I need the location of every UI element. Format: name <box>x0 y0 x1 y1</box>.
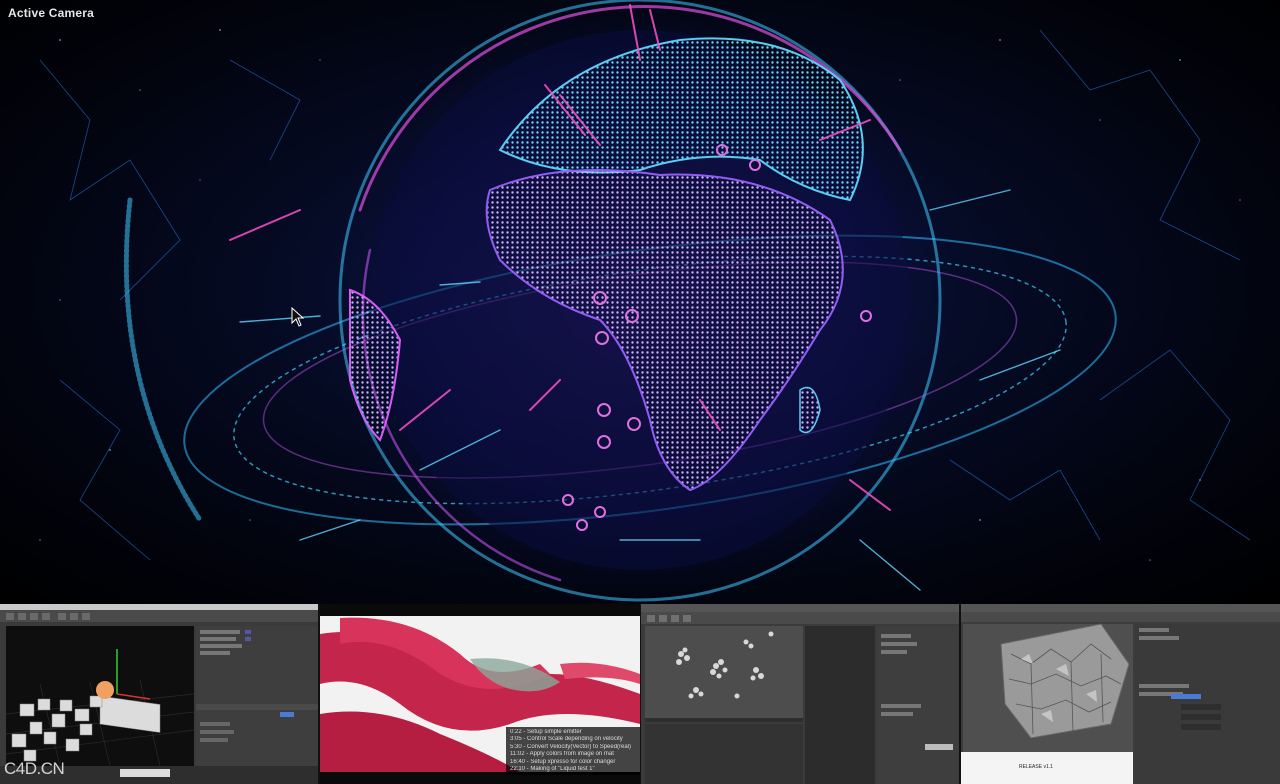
release-label: RELEASE v1.1 <box>1019 764 1053 770</box>
mouse-cursor-icon <box>291 307 305 327</box>
chapter-item[interactable]: 11:02 - Apply colors from image on mat <box>510 751 636 758</box>
particle-clusters-screenshot <box>641 604 959 784</box>
thumbnail-particle-clusters[interactable] <box>641 604 959 784</box>
globe-render <box>39 0 1251 602</box>
chapter-list: 0:22 - Setup simple emitter 3:05 - Contr… <box>506 727 640 776</box>
thumbnail-voronoi-cube[interactable]: RELEASE v1.1 <box>961 604 1280 784</box>
chapter-item[interactable]: 3:05 - Control Scale depending on veloci… <box>510 736 636 743</box>
chapter-item[interactable]: 22:10 - Making of "Liquid test 1" <box>510 766 636 773</box>
thumbnail-cinema4d-cubes[interactable] <box>0 604 318 784</box>
chapter-item[interactable]: 0:22 - Setup simple emitter <box>510 729 636 736</box>
chapter-item[interactable]: 5:30 - Convert Velocity(Vector) to Speed… <box>510 744 636 751</box>
c4d-watermark: C4D.CN <box>4 759 65 778</box>
voronoi-cube-screenshot <box>961 604 1280 784</box>
active-camera-label: Active Camera <box>8 6 94 20</box>
thumbnail-red-fur[interactable]: 0:22 - Setup simple emitter 3:05 - Contr… <box>320 604 640 784</box>
thumbnail-strip: 0:22 - Setup simple emitter 3:05 - Contr… <box>0 604 1280 784</box>
cinema4d-cubes-screenshot <box>0 604 318 784</box>
active-camera-viewport[interactable]: Active Camera <box>0 0 1280 604</box>
chapter-item[interactable]: 16:40 - Setup xpresso for color changer <box>510 759 636 766</box>
